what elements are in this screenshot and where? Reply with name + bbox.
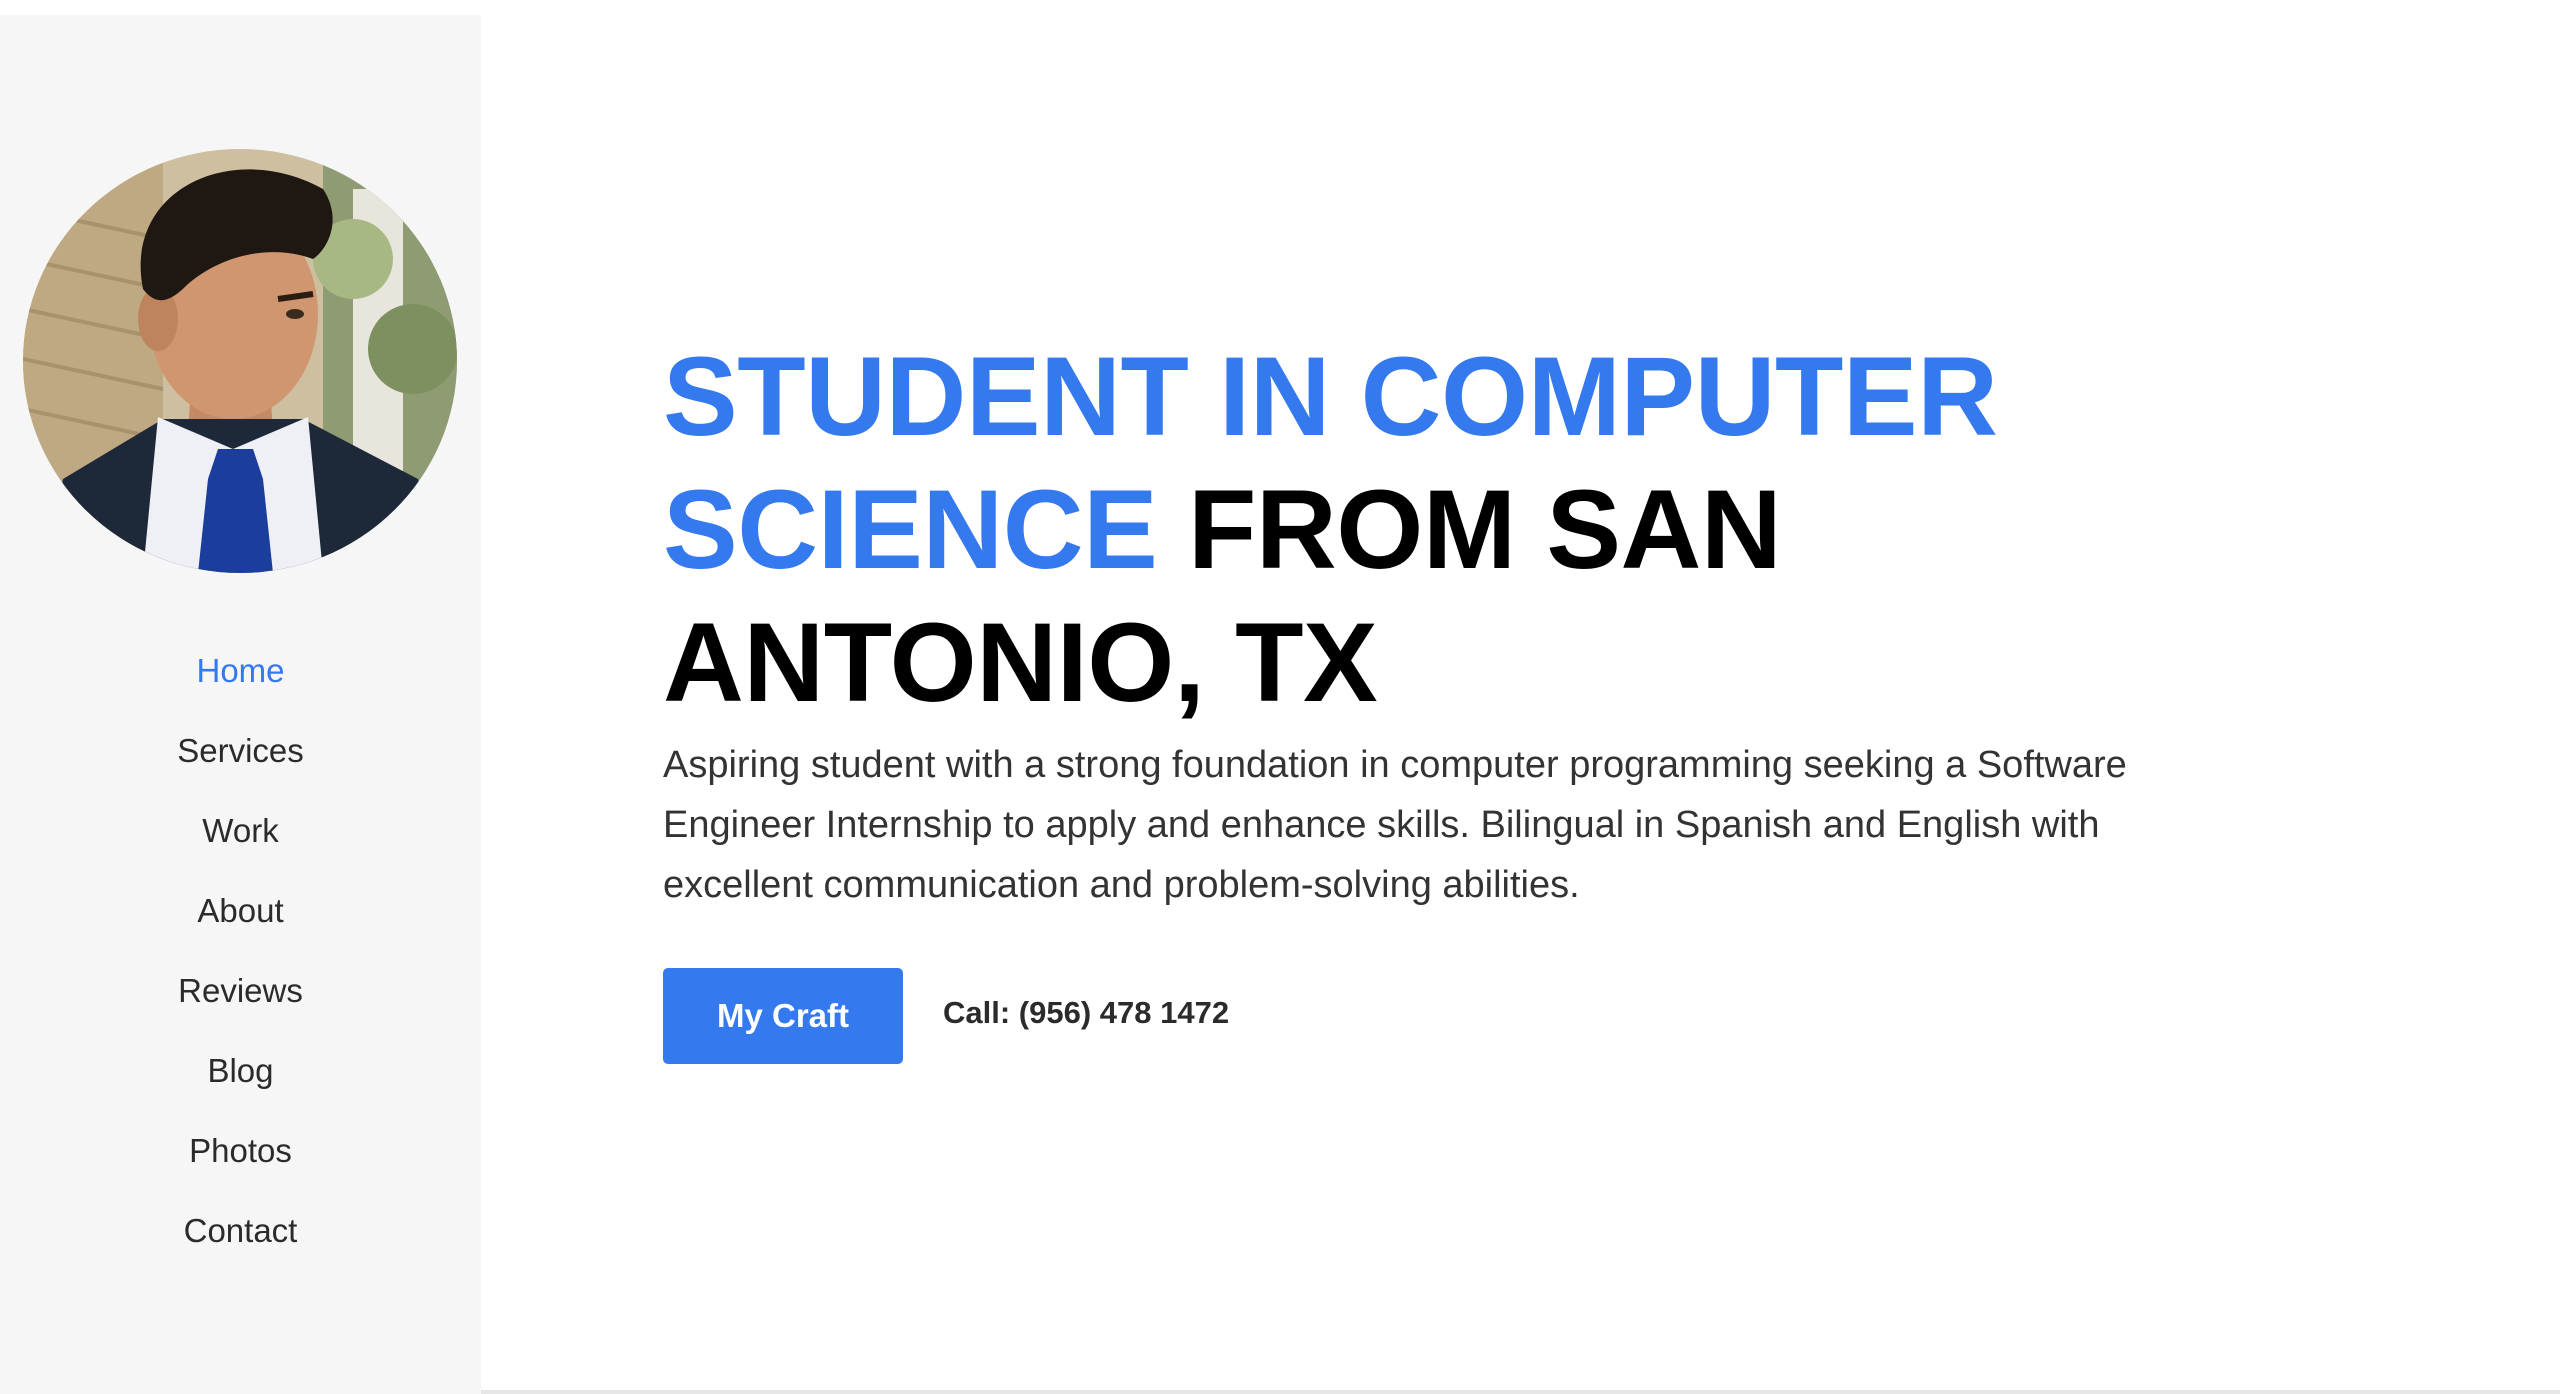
sidebar-nav: Home Services Work About Reviews Blog Ph… bbox=[0, 635, 481, 1275]
phone-number: Call: (956) 478 1472 bbox=[943, 995, 1230, 1030]
hero-section: STUDENT IN COMPUTER SCIENCE FROM SAN ANT… bbox=[663, 330, 2163, 1064]
nav-item-home: Home bbox=[0, 635, 481, 715]
nav-item-contact: Contact bbox=[0, 1195, 481, 1275]
hero-description: Aspiring student with a strong foundatio… bbox=[663, 744, 2127, 906]
nav-item-reviews: Reviews bbox=[0, 955, 481, 1035]
page: Home Services Work About Reviews Blog Ph… bbox=[0, 0, 2560, 1394]
nav-item-about: About bbox=[0, 875, 481, 955]
sidebar: Home Services Work About Reviews Blog Ph… bbox=[0, 15, 481, 1394]
nav-link-home[interactable]: Home bbox=[196, 635, 284, 707]
nav-link-work[interactable]: Work bbox=[202, 795, 278, 867]
my-craft-button[interactable]: My Craft bbox=[663, 968, 903, 1064]
hero-headline: STUDENT IN COMPUTER SCIENCE FROM SAN ANT… bbox=[663, 330, 2163, 729]
nav-link-reviews[interactable]: Reviews bbox=[178, 955, 303, 1027]
nav-link-photos[interactable]: Photos bbox=[189, 1115, 292, 1187]
hero-actions: My Craft Call: (956) 478 1472 bbox=[663, 968, 2163, 1064]
nav-item-photos: Photos bbox=[0, 1115, 481, 1195]
profile-photo bbox=[23, 149, 457, 573]
nav-item-services: Services bbox=[0, 715, 481, 795]
nav-item-work: Work bbox=[0, 795, 481, 875]
bottom-divider bbox=[481, 1390, 2560, 1394]
nav-link-services[interactable]: Services bbox=[177, 715, 304, 787]
nav-link-contact[interactable]: Contact bbox=[184, 1195, 298, 1267]
nav-link-blog[interactable]: Blog bbox=[207, 1035, 273, 1107]
nav-link-about[interactable]: About bbox=[197, 875, 283, 947]
avatar bbox=[23, 149, 457, 573]
nav-item-blog: Blog bbox=[0, 1035, 481, 1115]
